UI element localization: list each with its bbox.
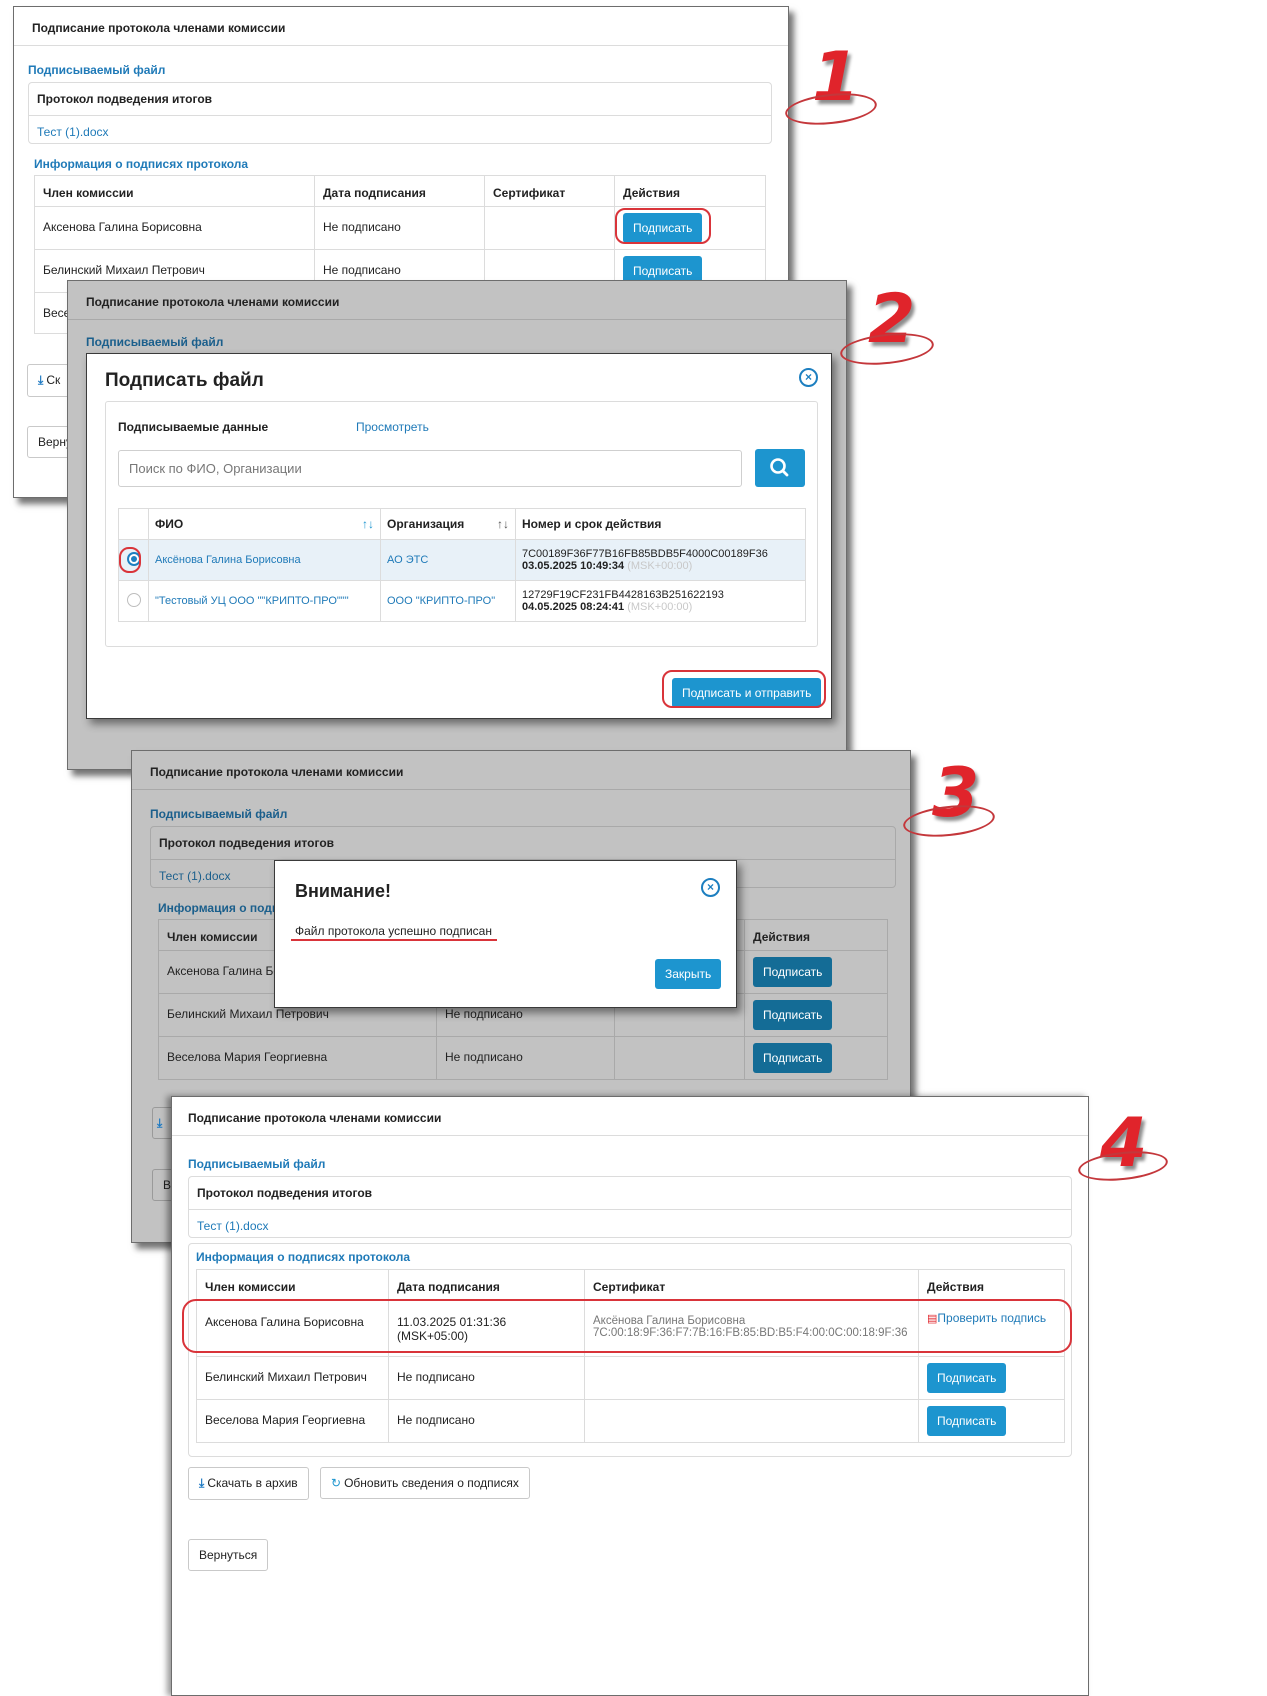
cert-num-cell: 7C00189F36F77B16FB85BDB5F4000C00189F36 03… — [515, 539, 806, 581]
file-header: Протокол подведения итогов — [151, 827, 895, 860]
cert-date: 04.05.2025 08:24:41 — [522, 601, 625, 613]
file-header: Протокол подведения итогов — [189, 1177, 1071, 1210]
refresh-signatures-button[interactable]: ↻ Обновить сведения о подписях — [320, 1467, 530, 1499]
sign-button[interactable]: Подписать — [753, 1000, 833, 1030]
actions-cell: Подписать — [744, 950, 888, 994]
signatures-section-title: Информация о подписях протокола — [34, 157, 249, 171]
panel-title: Подписание протокола членами комиссии — [172, 1097, 1088, 1136]
alert-modal: Внимание! × Файл протокола успешно подпи… — [274, 860, 737, 1008]
file-section-title: Подписываемый файл — [150, 807, 288, 821]
view-link[interactable]: Просмотреть — [356, 420, 429, 434]
file-section-title: Подписываемый файл — [28, 63, 166, 77]
sign-file-modal: Подписать файл × Подписываемые данные Пр… — [86, 353, 832, 719]
download-icon: ⤓ — [38, 373, 44, 387]
actions-cell: Подписать — [744, 993, 888, 1037]
sign-button[interactable]: Подписать — [753, 957, 833, 987]
file-box: Протокол подведения итогов Тест (1).docx — [188, 1176, 1072, 1238]
message-underline — [291, 939, 497, 941]
table-row: Веселова Мария Георгиевна Не подписано П… — [158, 1036, 888, 1080]
download-label: Ск — [46, 373, 61, 387]
actions-cell: Подписать — [744, 1036, 888, 1080]
file-link[interactable]: Тест (1).docx — [29, 116, 771, 148]
cert-num: 12729F19CF231FB4428163B251622193 — [522, 589, 724, 601]
close-icon[interactable]: × — [799, 368, 818, 387]
sign-button[interactable]: Подписать — [753, 1043, 833, 1073]
col-actions: Действия — [614, 175, 766, 207]
step-1-ellipse — [783, 89, 879, 129]
file-link[interactable]: Тест (1).docx — [189, 1210, 1071, 1242]
sign-data-label: Подписываемые данные — [118, 420, 269, 434]
panel-title: Подписание протокола членами комиссии — [132, 751, 910, 790]
actions-cell: Подписать — [614, 206, 766, 250]
cert-radio[interactable] — [126, 592, 141, 607]
cert-date: 03.05.2025 10:49:34 — [522, 560, 625, 572]
step-4-ellipse — [1076, 1147, 1170, 1185]
search-icon — [770, 458, 789, 477]
modal-title: Подписать файл — [105, 370, 264, 391]
sign-button[interactable]: Подписать — [623, 213, 703, 243]
file-header: Протокол подведения итогов — [29, 83, 771, 116]
download-label: Скачать в архив — [207, 1476, 298, 1490]
close-button[interactable]: Закрыть — [655, 959, 722, 989]
file-section-title: Подписываемый файл — [188, 1157, 326, 1171]
sign-and-send-button[interactable]: Подписать и отправить — [672, 678, 822, 708]
step-3-ellipse — [901, 801, 997, 841]
search-button[interactable] — [755, 449, 805, 487]
panel-title: Подписание протокола членами комиссии — [68, 281, 846, 320]
certificates-table: ФИО ↑↓ Организация ↑↓ Номер и срок действи… — [118, 508, 806, 622]
cert-radio-selected[interactable] — [126, 551, 141, 566]
alert-title: Внимание! — [295, 881, 391, 901]
table-row[interactable]: Аксёнова Галина Борисовна АО ЭТС 7C00189… — [118, 539, 806, 581]
signatures-box-border — [188, 1243, 1072, 1457]
screen-4-panel: Подписание протокола членами комиссии По… — [171, 1096, 1089, 1696]
cert-num: 7C00189F36F77B16FB85BDB5F4000C00189F36 — [522, 548, 768, 560]
cert-fio: "Тестовый УЦ ООО ""КРИПТО-ПРО""" — [148, 580, 381, 622]
step-2-ellipse — [838, 329, 936, 369]
panel-title: Подписание протокола членами комиссии — [14, 7, 788, 46]
member-name: Аксенова Галина Борисовна — [34, 206, 315, 250]
col-num: Номер и срок действия — [515, 508, 806, 540]
cert-cell — [484, 206, 615, 250]
refresh-label: Обновить сведения о подписях — [344, 1476, 519, 1490]
sign-data-box: Подписываемые данные Просмотреть Поиск п… — [105, 401, 818, 647]
cert-num-cell: 12729F19CF231FB4428163B251622193 04.05.20… — [515, 580, 806, 622]
file-section-title: Подписываемый файл — [86, 335, 224, 349]
sign-date: Не подписано — [436, 1036, 615, 1080]
col-org: Организация ↑↓ — [380, 508, 516, 540]
col-member: Член комиссии — [34, 175, 315, 207]
cert-org: ООО "КРИПТО-ПРО" — [380, 580, 516, 622]
download-archive-button[interactable]: ⤓ Ск — [27, 364, 72, 397]
close-icon[interactable]: × — [701, 878, 720, 897]
signatures-section-title: Информация о подпи — [158, 901, 287, 915]
alert-message: Файл протокола успешно подписан — [295, 924, 492, 938]
col-date: Дата подписания — [314, 175, 485, 207]
file-box: Протокол подведения итогов Тест (1).docx — [28, 82, 772, 144]
cert-fio: Аксёнова Галина Борисовна — [148, 539, 381, 581]
col-cert: Сертификат — [484, 175, 615, 207]
col-actions: Действия — [744, 919, 888, 951]
table-row: Аксенова Галина Борисовна Не подписано П… — [34, 206, 766, 250]
download-icon: ⤓ — [157, 1116, 163, 1130]
sign-date: Не подписано — [314, 206, 485, 250]
col-fio: ФИО ↑↓ — [148, 508, 381, 540]
search-input[interactable]: Поиск по ФИО, Организации — [118, 450, 742, 487]
cert-org: АО ЭТС — [380, 539, 516, 581]
refresh-icon: ↻ — [331, 1476, 342, 1490]
cert-tz: (MSK+00:00) — [627, 560, 693, 572]
download-icon: ⤓ — [199, 1476, 205, 1490]
back-button[interactable]: Вернуться — [188, 1539, 269, 1571]
cert-tz: (MSK+00:00) — [627, 601, 693, 613]
table-row[interactable]: "Тестовый УЦ ООО ""КРИПТО-ПРО""" ООО "КР… — [118, 580, 806, 622]
member-name: Веселова Мария Георгиевна — [158, 1036, 437, 1080]
download-archive-button[interactable]: ⤓ Скачать в архив — [188, 1467, 309, 1500]
